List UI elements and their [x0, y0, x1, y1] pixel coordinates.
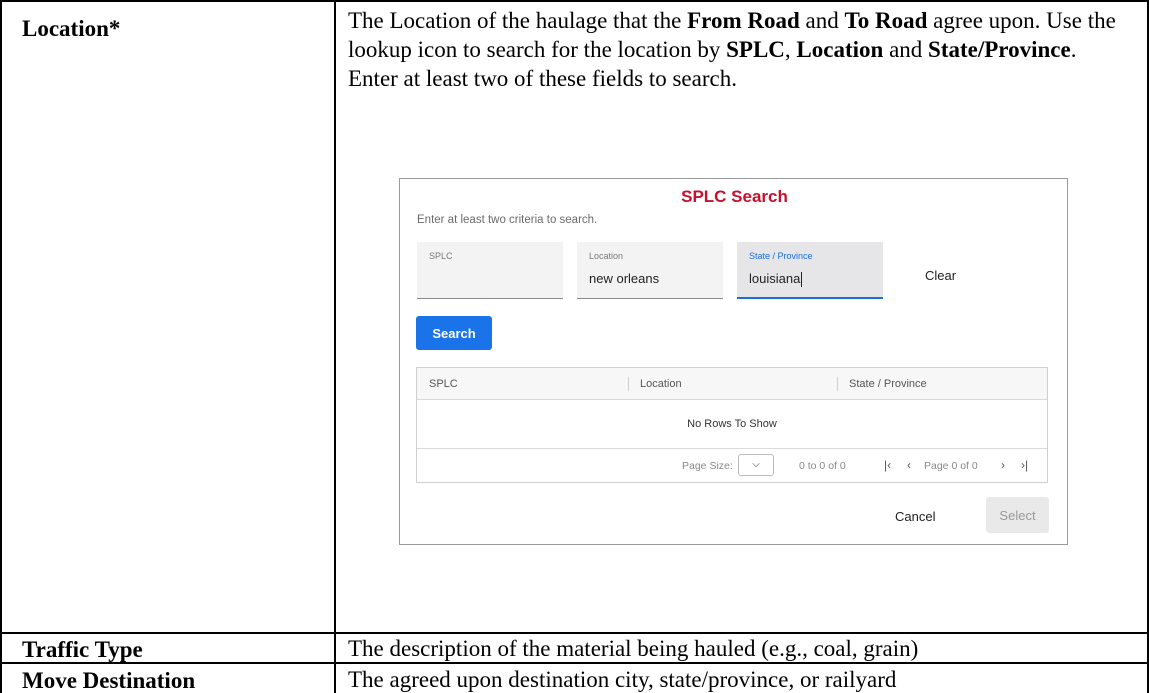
first-page-icon[interactable]: |‹	[884, 458, 891, 472]
column-header-splc[interactable]: SPLC	[429, 378, 458, 390]
splc-field[interactable]: SPLC	[417, 242, 563, 299]
column-separator[interactable]	[837, 377, 838, 391]
row-range-text: 0 to 0 of 0	[799, 460, 846, 472]
clear-button[interactable]: Clear	[925, 268, 956, 283]
row-desc-move-destination: The agreed upon destination city, state/…	[348, 667, 897, 692]
grid-header: SPLC Location State / Province	[417, 368, 1047, 400]
text-caret	[801, 272, 803, 288]
chevron-down-icon: ⌵	[752, 459, 760, 470]
page-indicator: Page 0 of 0	[924, 460, 978, 472]
grid-empty-message: No Rows To Show	[687, 418, 777, 430]
cancel-button[interactable]: Cancel	[895, 509, 935, 524]
column-separator[interactable]	[628, 377, 629, 391]
table-border-left	[0, 0, 2, 693]
splc-search-dialog: SPLC Search Enter at least two criteria …	[399, 178, 1068, 545]
table-border-top	[0, 0, 1149, 2]
search-button[interactable]: Search	[416, 316, 492, 350]
state-province-field-value: louisiana	[749, 271, 803, 288]
column-header-location[interactable]: Location	[640, 378, 682, 390]
page-size-label: Page Size:	[682, 460, 733, 472]
row-label-location: Location*	[22, 16, 121, 41]
row-label-move-destination: Move Destination	[22, 668, 196, 693]
dialog-title: SPLC Search	[681, 187, 788, 206]
column-header-state-province[interactable]: State / Province	[849, 378, 927, 390]
document-table: Location* The Location of the haulage th…	[0, 0, 1149, 693]
state-province-field[interactable]: State / Province louisiana	[737, 242, 883, 299]
row-label-traffic-type: Traffic Type	[22, 637, 143, 662]
row-desc-traffic-type: The description of the material being ha…	[348, 636, 919, 661]
table-column-divider	[334, 0, 336, 693]
row-desc-location: The Location of the haulage that the Fro…	[348, 8, 1116, 91]
location-field-value: new orleans	[589, 271, 660, 286]
results-grid: SPLC Location State / Province No Rows T…	[416, 367, 1048, 483]
select-button[interactable]: Select	[986, 497, 1049, 533]
last-page-icon[interactable]: ›|	[1021, 458, 1028, 472]
page-size-select[interactable]: ⌵	[738, 454, 774, 476]
dialog-hint: Enter at least two criteria to search.	[417, 214, 598, 226]
splc-field-label: SPLC	[429, 251, 453, 261]
location-field[interactable]: Location new orleans	[577, 242, 723, 299]
state-province-field-label: State / Province	[749, 251, 813, 261]
location-field-label: Location	[589, 251, 624, 261]
next-page-icon[interactable]: ›	[1001, 458, 1005, 472]
grid-pagination: Page Size: ⌵ 0 to 0 of 0 |‹ ‹ Page 0 of …	[417, 448, 1047, 482]
previous-page-icon[interactable]: ‹	[907, 458, 911, 472]
